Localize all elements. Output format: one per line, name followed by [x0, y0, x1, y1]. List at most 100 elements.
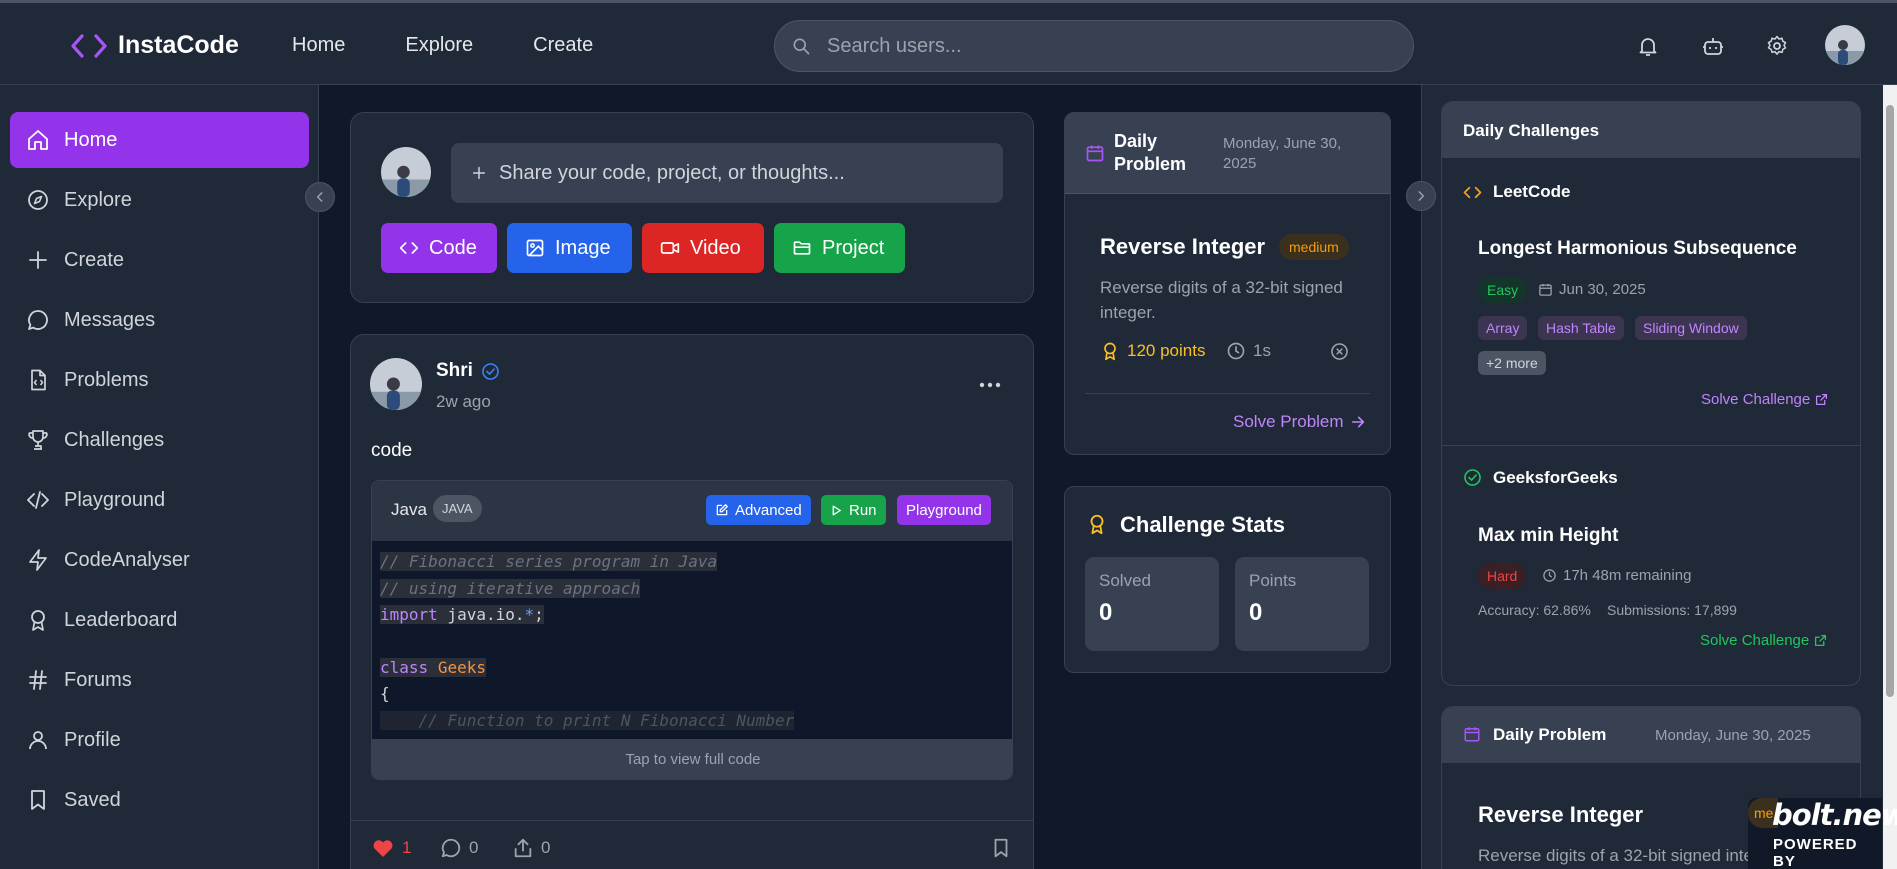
- search-placeholder: Search users...: [827, 34, 962, 57]
- sidebar-item-label: Playground: [64, 488, 166, 511]
- more-options-icon[interactable]: [978, 376, 1002, 394]
- bot-icon[interactable]: [1701, 34, 1725, 58]
- post-author-name[interactable]: Shri: [436, 360, 473, 382]
- code-post-button[interactable]: Code: [381, 223, 497, 273]
- code-line: {: [380, 684, 390, 703]
- compass-icon: [28, 190, 48, 210]
- gear-icon[interactable]: [1765, 34, 1789, 58]
- advanced-button[interactable]: Advanced: [706, 495, 811, 525]
- sidebar-collapse-button[interactable]: [305, 182, 335, 212]
- code-keyword: import: [380, 605, 438, 624]
- sidebar-item-codeanalyser[interactable]: CodeAnalyser: [10, 532, 309, 588]
- sidebar-item-forums[interactable]: Forums: [10, 652, 309, 708]
- bookmark-icon: [31, 790, 45, 810]
- check-circle-icon: [1464, 469, 1481, 486]
- scrollbar-thumb[interactable]: [1886, 105, 1894, 697]
- sidebar-item-label: CodeAnalyser: [64, 548, 190, 571]
- gfg-accuracy: Accuracy: 62.86%: [1478, 602, 1591, 618]
- code-snippet: Tap to view full code: [371, 480, 1013, 780]
- award-icon: [31, 610, 45, 631]
- calendar-icon: [1086, 145, 1104, 162]
- sidebar-item-profile[interactable]: Profile: [10, 712, 309, 768]
- tag-array[interactable]: Array: [1478, 316, 1528, 340]
- comment-button[interactable]: 0: [440, 837, 478, 859]
- problem-description: Reverse digits of a 32-bit signed intege…: [1100, 278, 1343, 322]
- video-post-button[interactable]: Video: [642, 223, 764, 273]
- bolt-badge[interactable]: me bolt.new POWERED BY: [1748, 798, 1897, 869]
- gfg-submissions: Submissions: 17,899: [1607, 602, 1737, 618]
- bookmark-icon[interactable]: [990, 837, 1012, 859]
- nav-home-link[interactable]: Home: [292, 34, 345, 57]
- file-code-icon: [31, 369, 46, 391]
- image-post-button[interactable]: Image: [507, 223, 632, 273]
- folder-icon: [793, 241, 811, 255]
- external-link-icon: [1816, 393, 1828, 406]
- right-panel-collapse-button[interactable]: [1406, 181, 1436, 211]
- leetcode-solve-link[interactable]: Solve Challenge: [1701, 391, 1828, 408]
- composer-avatar: [381, 147, 431, 197]
- daily-problem-date: Monday, June 30, 2025: [1223, 135, 1342, 172]
- project-post-button[interactable]: Project: [774, 223, 905, 273]
- sidebar-item-playground[interactable]: Playground: [10, 472, 309, 528]
- solve-problem-label: Solve Problem: [1233, 412, 1344, 431]
- sidebar-item-challenges[interactable]: Challenges: [10, 412, 309, 468]
- share-button[interactable]: 0: [512, 837, 550, 859]
- edit-icon: [716, 504, 728, 516]
- code-logo-icon: [71, 33, 107, 58]
- solve-problem-link[interactable]: Solve Problem: [1233, 412, 1366, 432]
- gfg-problem-title: Max min Height: [1478, 525, 1619, 546]
- tag-sliding-window[interactable]: Sliding Window: [1635, 316, 1747, 340]
- sidebar-item-label: Profile: [64, 728, 121, 751]
- sidebar-item-label: Saved: [64, 788, 121, 811]
- composer-input[interactable]: Share your code, project, or thoughts...: [451, 143, 1003, 203]
- leetcode-source: LeetCode: [1493, 182, 1571, 201]
- nav-explore-link[interactable]: Explore: [405, 34, 473, 57]
- more-tags-badge[interactable]: +2 more: [1478, 351, 1546, 375]
- solved-stat: Solved 0: [1085, 557, 1219, 651]
- tag-hash-table[interactable]: Hash Table: [1538, 316, 1624, 340]
- sidebar-item-label: Forums: [64, 668, 132, 691]
- home-icon: [28, 130, 48, 150]
- verified-icon: [482, 362, 499, 380]
- sidebar-item-leaderboard[interactable]: Leaderboard: [10, 592, 309, 648]
- bell-icon[interactable]: [1636, 34, 1660, 58]
- gfg-solve-link[interactable]: Solve Challenge: [1700, 632, 1827, 649]
- image-button-label: Image: [555, 236, 611, 259]
- run-button[interactable]: Run: [821, 495, 886, 525]
- difficulty-badge: medium: [1279, 234, 1349, 260]
- sidebar-item-label: Leaderboard: [64, 608, 178, 631]
- code-button-label: Code: [429, 236, 477, 259]
- close-circle-icon[interactable]: [1330, 342, 1349, 361]
- message-icon: [28, 310, 48, 330]
- video-button-label: Video: [690, 236, 741, 259]
- share-icon: [514, 838, 532, 858]
- hash-icon: [29, 670, 47, 690]
- user-avatar[interactable]: [1825, 25, 1865, 65]
- project-button-label: Project: [822, 236, 885, 259]
- app-logo[interactable]: InstaCode: [70, 31, 239, 60]
- app-name: InstaCode: [118, 31, 239, 59]
- view-full-code-label: Tap to view full code: [625, 750, 761, 768]
- right-daily-problem-heading: Daily Problem: [1493, 725, 1607, 744]
- sidebar-item-explore[interactable]: Explore: [10, 172, 309, 228]
- clock-icon: [1543, 569, 1556, 582]
- like-button[interactable]: 1: [371, 837, 411, 859]
- like-count: 1: [402, 838, 412, 857]
- sidebar-item-problems[interactable]: Problems: [10, 352, 309, 408]
- scrollbar[interactable]: [1883, 85, 1897, 869]
- sidebar-item-home[interactable]: Home: [10, 112, 309, 168]
- post-author-avatar[interactable]: [370, 358, 422, 410]
- image-icon: [526, 239, 544, 257]
- problem-title: Reverse Integer: [1100, 234, 1266, 259]
- sidebar-item-messages[interactable]: Messages: [10, 292, 309, 348]
- search-input[interactable]: Search users...: [774, 20, 1414, 72]
- sidebar-item-create[interactable]: Create: [10, 232, 309, 288]
- nav-create-link[interactable]: Create: [533, 34, 593, 57]
- chevron-right-icon: [1418, 191, 1425, 201]
- view-full-code-button[interactable]: Tap to view full code: [372, 739, 1012, 779]
- points-stat: Points 0: [1235, 557, 1369, 651]
- sidebar-item-saved[interactable]: Saved: [10, 772, 309, 828]
- bolt-logo: bolt.new: [1772, 798, 1897, 832]
- playground-button[interactable]: Playground: [897, 495, 991, 525]
- powered-by-label: POWERED BY: [1773, 836, 1858, 869]
